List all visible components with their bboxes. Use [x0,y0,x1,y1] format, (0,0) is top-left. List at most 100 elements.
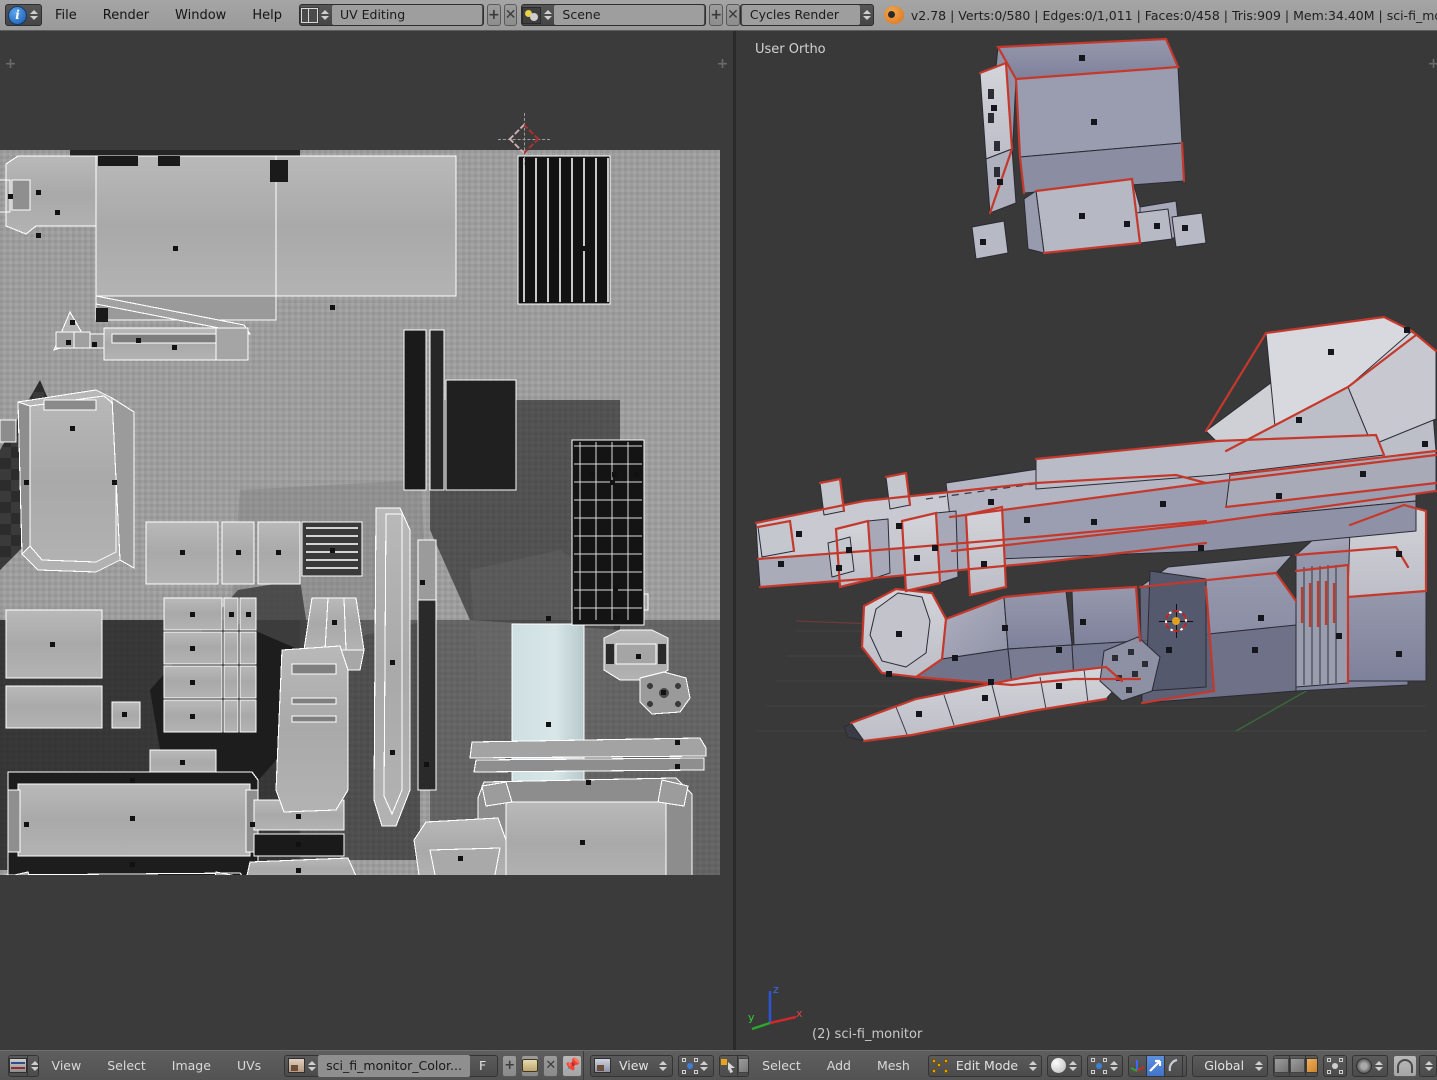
3d-view-icon[interactable] [593,1058,611,1073]
svg-text:y: y [748,1011,755,1024]
manipulator-icon[interactable] [1129,1055,1148,1076]
uv-editor-type-spinner-icon[interactable] [28,1055,38,1076]
proportional-edit-button[interactable] [1323,1054,1347,1077]
viewport-3d[interactable]: + User Ortho z x y (2) sci-fi_monitor [736,31,1437,1050]
v3d-pivot-selector[interactable] [677,1054,714,1077]
open-image-icon[interactable] [521,1054,540,1077]
add-screen-layout-button[interactable]: + [486,4,501,26]
v3d-menu-mesh[interactable]: Mesh [864,1051,923,1080]
info-icon: i [8,5,27,25]
uv-image-editor[interactable]: + + [0,31,733,1050]
smooth-falloff-icon[interactable] [1356,1057,1372,1074]
snap-toggle-button[interactable] [1393,1054,1417,1077]
svg-text:x: x [796,1007,803,1020]
uv-editor-type-button[interactable] [8,1054,39,1077]
solid-shading-icon[interactable] [1051,1058,1067,1073]
axis-gizmo-icon: z x y [748,983,803,1031]
menu-render[interactable]: Render [90,0,162,31]
image-datablock-selector[interactable]: sci_fi_monitor_Color... F [284,1054,499,1077]
interaction-mode-selector[interactable]: Edit Mode [927,1054,1043,1077]
image-name-field[interactable]: sci_fi_monitor_Color... [318,1054,470,1077]
delete-scene-button[interactable]: ✕ [726,4,740,26]
menu-window[interactable]: Window [162,0,239,31]
v3d-editor-type-button[interactable]: View [589,1054,673,1077]
face-select-icon[interactable] [1306,1055,1318,1076]
v3d-menu-select[interactable]: Select [749,1051,814,1080]
magnet-icon[interactable] [1397,1058,1413,1073]
uv-menu-uvs[interactable]: UVs [224,1051,274,1080]
cursor-select-icon[interactable] [719,1055,738,1076]
uv-editor-icon[interactable] [9,1055,28,1076]
render-engine-spinner-icon[interactable] [863,10,872,20]
scale-icon[interactable] [1183,1055,1187,1076]
v3d-selection-toggles[interactable] [718,1054,750,1077]
uv-menu-view[interactable]: View [39,1051,95,1080]
browse-image-icon[interactable] [288,1058,306,1073]
orientation-spinner-icon[interactable] [1254,1060,1263,1071]
uv-menu-image[interactable]: Image [159,1051,224,1080]
uv-layout-svg [0,150,720,875]
uv-corner-widget-topright[interactable]: + [715,57,730,72]
uv-texture-canvas[interactable] [0,150,720,875]
screen-layout-value[interactable]: UV Editing [331,5,482,25]
proportional-edit-icon[interactable] [1327,1057,1343,1074]
pivot-icon[interactable] [681,1057,698,1074]
scene-spinner-icon[interactable] [543,10,552,20]
screen-layout-selector[interactable]: UV Editing [298,4,484,26]
proportional-falloff-selector[interactable] [1352,1054,1388,1077]
snap-element-icon[interactable] [1424,1060,1433,1071]
svg-text:z: z [773,983,779,996]
v3d-view-spinner-icon[interactable] [659,1060,668,1071]
pivot-point-spinner-icon[interactable] [1109,1060,1118,1071]
render-engine-selector[interactable]: Cycles Render [739,4,874,26]
new-image-button[interactable]: + [502,1054,518,1077]
editor-type-spinner-icon[interactable] [29,10,38,20]
pin-icon[interactable]: 📌 [562,1054,582,1077]
translate-arrow-icon[interactable] [1147,1055,1166,1076]
active-object-name: (2) sci-fi_monitor [812,1027,923,1042]
image-fake-user-button[interactable]: F [471,1055,494,1077]
manipulator-toggles[interactable] [1128,1054,1188,1077]
menu-help[interactable]: Help [239,0,295,31]
image-browse-spinner-icon[interactable] [307,1060,316,1071]
pivot-spinner-icon[interactable] [700,1060,709,1071]
menu-file[interactable]: File [42,0,90,31]
occlude-geometry-icon[interactable] [737,1055,749,1076]
median-point-icon[interactable] [1091,1057,1108,1074]
add-scene-button[interactable]: + [709,4,724,26]
edit-mode-icon [931,1058,948,1073]
delete-screen-layout-button[interactable]: ✕ [503,4,518,26]
vertex-select-icon[interactable] [1274,1055,1291,1076]
v3d-view-menu[interactable]: View [611,1055,657,1077]
transform-orientation-value[interactable]: Global [1196,1055,1252,1077]
shading-spinner-icon[interactable] [1068,1060,1077,1071]
mesh-select-mode-toggles[interactable] [1273,1054,1318,1077]
uv-menu-select[interactable]: Select [94,1051,159,1080]
viewport-mesh-svg [754,37,1437,743]
uv-corner-widget-topleft[interactable]: + [3,57,18,72]
falloff-spinner-icon[interactable] [1374,1060,1383,1071]
mode-spinner-icon[interactable] [1028,1060,1037,1071]
scene-icon [522,6,542,24]
snap-element-selector[interactable] [1419,1054,1437,1077]
edge-select-icon[interactable] [1290,1055,1307,1076]
scene-value[interactable]: Scene [554,5,705,25]
status-info-text: v2.78 | Verts:0/580 | Edges:0/1,011 | Fa… [910,7,1437,23]
rotate-arc-icon[interactable] [1165,1055,1184,1076]
blender-window: i File Render Window Help UV Editing + ✕… [0,0,1437,1080]
screen-layout-spinner-icon[interactable] [321,10,330,20]
top-header-bar: i File Render Window Help UV Editing + ✕… [0,0,1437,31]
render-engine-value[interactable]: Cycles Render [741,5,860,25]
bottom-headers-bar: View Select Image UVs sci_fi_monitor_Col… [0,1050,1437,1080]
unlink-image-button[interactable]: ✕ [543,1054,559,1077]
pivot-point-selector[interactable] [1087,1054,1124,1077]
v3d-menu-add[interactable]: Add [814,1051,864,1080]
viewport-shading-selector[interactable] [1047,1054,1083,1077]
screen-layout-icon [299,6,319,24]
interaction-mode-value[interactable]: Edit Mode [948,1055,1026,1077]
transform-orientation-selector[interactable]: Global [1192,1054,1269,1077]
scene-selector[interactable]: Scene [521,4,707,26]
uv-2d-cursor-icon [498,113,550,165]
header-divider [582,1050,584,1080]
editor-type-info-button[interactable]: i [5,4,42,26]
